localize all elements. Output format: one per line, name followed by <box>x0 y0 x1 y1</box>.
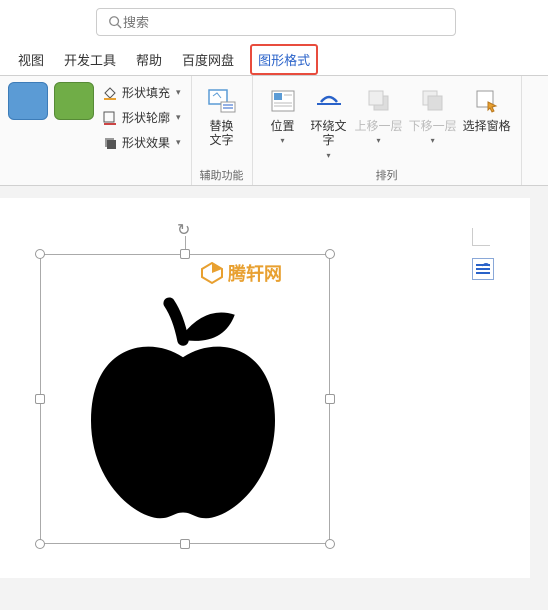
alt-text-label: 替换 文字 <box>210 119 234 148</box>
canvas[interactable]: ↻ 腾轩网 <box>0 186 548 610</box>
watermark-logo-icon <box>200 261 224 285</box>
wrap-text-label: 环绕文 字 <box>311 119 347 148</box>
position-label: 位置 <box>271 119 295 133</box>
resize-handle-b[interactable] <box>180 539 190 549</box>
style-preset-green[interactable] <box>54 82 94 120</box>
resize-handle-t[interactable] <box>180 249 190 259</box>
ribbon: 形状填充 ▾ 形状轮廓 ▾ 形状效果 ▾ 替换 文字 <box>0 76 548 186</box>
shape-fill-label: 形状填充 <box>122 84 170 101</box>
group-accessibility: 替换 文字 辅助功能 <box>192 76 253 185</box>
resize-handle-tr[interactable] <box>325 249 335 259</box>
apple-shape[interactable] <box>68 294 298 524</box>
shape-outline-label: 形状轮廓 <box>122 109 170 126</box>
group-shape-styles: 形状填充 ▾ 形状轮廓 ▾ 形状效果 ▾ <box>0 76 192 185</box>
bring-forward-button[interactable]: 上移一层 ▾ <box>353 82 405 149</box>
resize-handle-tl[interactable] <box>35 249 45 259</box>
paint-bucket-icon <box>102 85 118 101</box>
send-backward-icon <box>416 86 450 116</box>
outline-icon <box>102 110 118 126</box>
chevron-down-icon: ▾ <box>176 137 181 148</box>
resize-handle-bl[interactable] <box>35 539 45 549</box>
document-page[interactable]: ↻ 腾轩网 <box>0 198 530 578</box>
selected-shape[interactable]: ↻ <box>40 254 330 544</box>
rotate-line <box>185 236 186 250</box>
alt-text-icon <box>205 86 239 116</box>
resize-handle-r[interactable] <box>325 394 335 404</box>
chevron-down-icon: ▾ <box>327 151 331 160</box>
shape-fill-button[interactable]: 形状填充 ▾ <box>100 82 183 103</box>
layout-options-button[interactable] <box>472 258 494 280</box>
group-arrange: 位置 ▾ 环绕文 字 ▾ 上移一层 ▾ 下移一层 ▾ 选择窗格 <box>253 76 522 185</box>
bring-forward-label: 上移一层 <box>355 119 403 133</box>
selection-pane-button[interactable]: 选择窗格 <box>461 82 513 137</box>
shape-outline-button[interactable]: 形状轮廓 ▾ <box>100 107 183 128</box>
search-box[interactable] <box>96 8 456 36</box>
tab-view[interactable]: 视图 <box>14 44 48 75</box>
alt-text-button[interactable]: 替换 文字 <box>200 82 244 152</box>
tab-shape-format[interactable]: 图形格式 <box>250 44 318 75</box>
group-label-blank <box>8 171 183 183</box>
shape-effects-label: 形状效果 <box>122 134 170 151</box>
chevron-down-icon: ▾ <box>431 136 435 145</box>
tab-help[interactable]: 帮助 <box>132 44 166 75</box>
position-icon <box>266 86 300 116</box>
position-button[interactable]: 位置 ▾ <box>261 82 305 149</box>
group-label-arrange: 排列 <box>261 167 513 183</box>
selection-pane-icon <box>470 86 504 116</box>
arc-icon <box>482 263 490 269</box>
search-icon <box>107 14 123 30</box>
chevron-down-icon: ▾ <box>176 87 181 98</box>
search-input[interactable] <box>123 15 445 30</box>
style-preset-blue[interactable] <box>8 82 48 120</box>
margin-marker <box>472 228 490 246</box>
resize-handle-br[interactable] <box>325 539 335 549</box>
send-backward-label: 下移一层 <box>409 119 457 133</box>
shape-effects-button[interactable]: 形状效果 ▾ <box>100 132 183 153</box>
send-backward-button[interactable]: 下移一层 ▾ <box>407 82 459 149</box>
group-label-accessibility: 辅助功能 <box>200 167 244 183</box>
bring-forward-icon <box>362 86 396 116</box>
tab-baidu[interactable]: 百度网盘 <box>178 44 238 75</box>
shape-style-gallery[interactable] <box>8 82 94 120</box>
tab-bar: 视图 开发工具 帮助 百度网盘 图形格式 <box>0 40 548 76</box>
wrap-text-button[interactable]: 环绕文 字 ▾ <box>307 82 351 164</box>
tab-developer[interactable]: 开发工具 <box>60 44 120 75</box>
chevron-down-icon: ▾ <box>176 112 181 123</box>
resize-handle-l[interactable] <box>35 394 45 404</box>
chevron-down-icon: ▾ <box>377 136 381 145</box>
chevron-down-icon: ▾ <box>281 136 285 145</box>
wrap-text-icon <box>312 86 346 116</box>
rotate-handle[interactable]: ↻ <box>177 220 190 240</box>
watermark-text: 腾轩网 <box>228 260 282 286</box>
watermark: 腾轩网 <box>200 260 282 286</box>
selection-pane-label: 选择窗格 <box>463 119 511 133</box>
effects-icon <box>102 135 118 151</box>
